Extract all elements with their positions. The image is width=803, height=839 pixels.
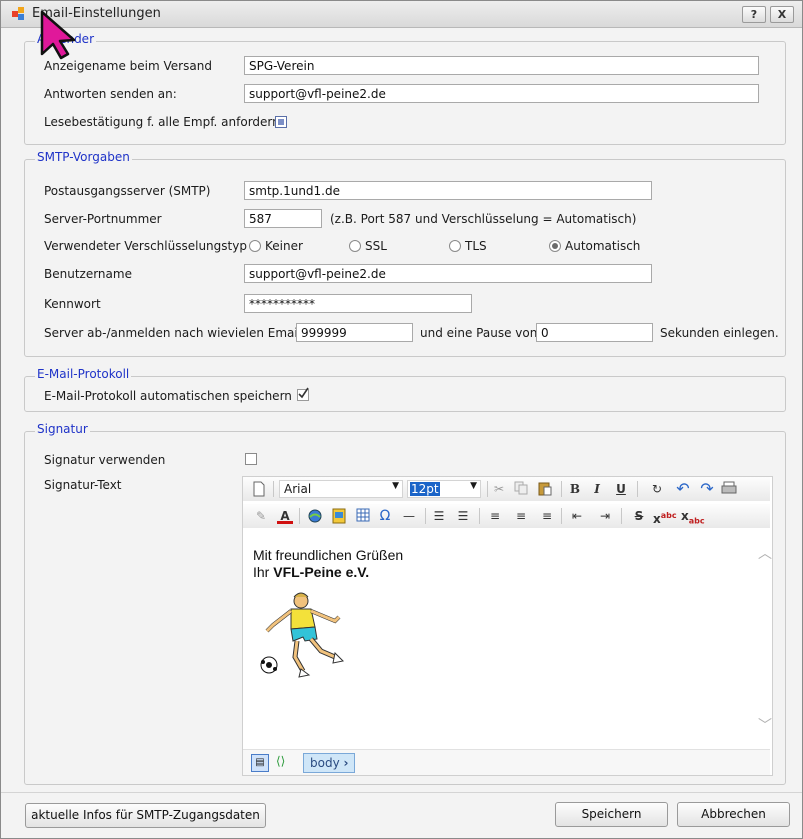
align-center-icon[interactable]: ≡ bbox=[513, 508, 529, 524]
pause-label: und eine Pause von bbox=[420, 326, 538, 340]
signature-text-label: Signatur-Text bbox=[44, 478, 122, 492]
help-button[interactable]: ? bbox=[742, 6, 766, 23]
encryption-radio-tls[interactable] bbox=[449, 240, 461, 252]
font-size-value: 12pt bbox=[410, 482, 440, 496]
seconds-label: Sekunden einlegen. bbox=[660, 326, 779, 340]
club-name: VFL-Peine e.V. bbox=[273, 564, 370, 580]
bold-icon[interactable]: B bbox=[567, 481, 583, 497]
copy-icon[interactable] bbox=[513, 481, 529, 497]
port-input[interactable]: 587 bbox=[244, 209, 322, 228]
indent-icon[interactable]: ⇥ bbox=[597, 508, 613, 524]
smtp-server-label: Postausgangsserver (SMTP) bbox=[44, 184, 211, 198]
redo-icon[interactable]: ↷ bbox=[699, 481, 715, 497]
highlight-icon[interactable]: ✎ bbox=[253, 508, 269, 524]
editor-content[interactable]: Mit freundlichen Grüßen Ihr VFL-Peine e.… bbox=[243, 531, 754, 749]
scroll-down-icon[interactable]: ﹀ bbox=[758, 715, 772, 735]
soccer-player-image bbox=[260, 592, 345, 678]
signature-line-2: Ihr VFL-Peine e.V. bbox=[253, 564, 370, 580]
encryption-radio-none[interactable] bbox=[249, 240, 261, 252]
cut-icon[interactable]: ✂ bbox=[491, 481, 507, 497]
password-label: Kennwort bbox=[44, 297, 101, 311]
source-view-icon[interactable]: ⟨⟩ bbox=[276, 754, 285, 768]
reply-to-label: Antworten senden an: bbox=[44, 87, 177, 101]
relogin-input[interactable]: 999999 bbox=[296, 323, 413, 342]
signature-editor: Arial ▼ 12pt ▼ ✂ B I U ↻ ↶ ↷ ✎ A Ω — ☰ ☰… bbox=[242, 476, 773, 776]
superscript-icon[interactable]: xabc bbox=[653, 508, 677, 526]
protocol-autosave-checkbox[interactable] bbox=[297, 387, 309, 401]
protocol-autosave-label: E-Mail-Protokoll automatischen speichern bbox=[44, 389, 292, 403]
protocol-legend: E-Mail-Protokoll bbox=[35, 367, 132, 381]
reply-to-input[interactable]: support@vfl-peine2.de bbox=[244, 84, 759, 103]
scroll-up-icon[interactable]: ︿ bbox=[758, 543, 772, 563]
username-label: Benutzername bbox=[44, 267, 132, 281]
font-color-icon[interactable]: A bbox=[277, 508, 293, 524]
print-icon[interactable] bbox=[721, 481, 737, 497]
read-receipt-label: Lesebestätigung f. alle Empf. anfordern bbox=[44, 115, 280, 129]
smtp-info-button[interactable]: aktuelle Infos für SMTP-Zugangsdaten bbox=[25, 803, 266, 828]
encryption-option-none[interactable]: Keiner bbox=[265, 239, 303, 253]
signature-use-label: Signatur verwenden bbox=[44, 453, 166, 467]
insert-table-icon[interactable] bbox=[355, 508, 371, 524]
username-input[interactable]: support@vfl-peine2.de bbox=[244, 264, 652, 283]
refresh-icon[interactable]: ↻ bbox=[649, 481, 665, 497]
outdent-icon[interactable]: ⇤ bbox=[569, 508, 585, 524]
smtp-legend: SMTP-Vorgaben bbox=[35, 150, 132, 164]
encryption-radio-ssl[interactable] bbox=[349, 240, 361, 252]
encryption-radio-auto[interactable] bbox=[549, 240, 561, 252]
checkmark-icon bbox=[298, 387, 309, 399]
font-name-value: Arial bbox=[284, 482, 312, 496]
email-settings-window: Email-Einstellungen ? X Absender Anzeige… bbox=[0, 0, 803, 839]
read-receipt-checkbox[interactable] bbox=[275, 116, 287, 128]
signature-use-checkbox[interactable] bbox=[245, 453, 257, 465]
undo-icon[interactable]: ↶ bbox=[675, 481, 691, 497]
design-view-icon[interactable]: ▤ bbox=[251, 754, 269, 772]
underline-icon[interactable]: U bbox=[613, 481, 629, 497]
password-input[interactable]: *********** bbox=[244, 294, 472, 313]
insert-image-icon[interactable] bbox=[331, 508, 347, 524]
special-char-icon[interactable]: Ω bbox=[377, 508, 393, 524]
font-size-select[interactable]: 12pt ▼ bbox=[407, 480, 481, 498]
close-button[interactable]: X bbox=[770, 6, 794, 23]
editor-mode-bar: ▤ ⟨⟩ body › bbox=[243, 749, 770, 775]
font-name-select[interactable]: Arial ▼ bbox=[279, 480, 403, 498]
editor-toolbar-2: ✎ A Ω — ☰ ☰ ≡ ≡ ≡ ⇤ ⇥ S xabc xabc bbox=[243, 504, 770, 528]
port-label: Server-Portnummer bbox=[44, 212, 162, 226]
signature-legend: Signatur bbox=[35, 422, 90, 436]
save-button[interactable]: Speichern bbox=[555, 802, 668, 827]
port-hint: (z.B. Port 587 und Verschlüsselung = Aut… bbox=[330, 212, 637, 226]
encryption-option-tls[interactable]: TLS bbox=[465, 239, 487, 253]
display-name-input[interactable]: SPG-Verein bbox=[244, 56, 759, 75]
italic-icon[interactable]: I bbox=[589, 481, 605, 497]
body-tag-button[interactable]: body › bbox=[303, 753, 356, 773]
new-document-icon[interactable] bbox=[251, 481, 267, 497]
font-size-dropdown-icon[interactable]: ▼ bbox=[470, 481, 477, 491]
mouse-pointer-icon bbox=[40, 10, 76, 60]
app-icon bbox=[12, 7, 26, 21]
paste-icon[interactable] bbox=[537, 481, 553, 497]
hyperlink-icon[interactable] bbox=[307, 508, 323, 524]
encryption-option-ssl[interactable]: SSL bbox=[365, 239, 387, 253]
editor-toolbar-1: Arial ▼ 12pt ▼ ✂ B I U ↻ ↶ ↷ bbox=[243, 477, 770, 501]
font-dropdown-icon[interactable]: ▼ bbox=[392, 481, 399, 491]
align-left-icon[interactable]: ≡ bbox=[487, 508, 503, 524]
strikethrough-icon[interactable]: S bbox=[631, 508, 647, 524]
align-right-icon[interactable]: ≡ bbox=[539, 508, 555, 524]
display-name-label: Anzeigename beim Versand bbox=[44, 59, 212, 73]
relogin-label: Server ab-/anmelden nach wievielen Email… bbox=[44, 326, 314, 340]
pause-input[interactable]: 0 bbox=[536, 323, 653, 342]
editor-scrollbar[interactable]: ︿ ﹀ bbox=[756, 531, 772, 749]
cancel-button[interactable]: Abbrechen bbox=[677, 802, 790, 827]
subscript-icon[interactable]: xabc bbox=[681, 508, 705, 525]
title-bar[interactable]: Email-Einstellungen ? X bbox=[1, 1, 802, 28]
bullet-list-icon[interactable]: ☰ bbox=[455, 508, 471, 524]
signature-line-1: Mit freundlichen Grüßen bbox=[253, 547, 404, 563]
horizontal-line-icon[interactable]: — bbox=[401, 508, 417, 524]
encryption-option-auto[interactable]: Automatisch bbox=[565, 239, 640, 253]
encryption-label: Verwendeter Verschlüsselungstyp bbox=[44, 239, 247, 253]
smtp-server-input[interactable]: smtp.1und1.de bbox=[244, 181, 652, 200]
numbered-list-icon[interactable]: ☰ bbox=[431, 508, 447, 524]
